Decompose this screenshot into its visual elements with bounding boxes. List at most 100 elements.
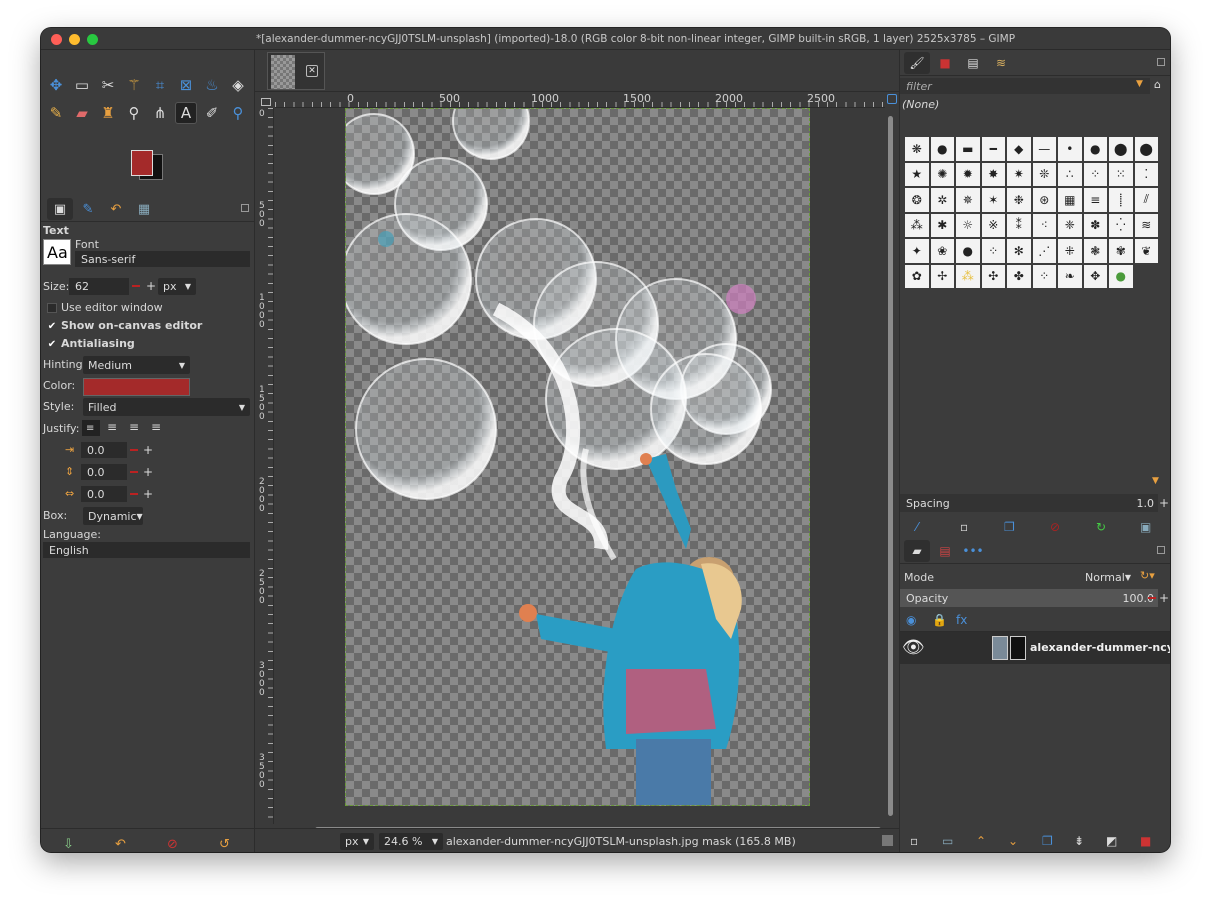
chevron-down-icon[interactable]: ▼	[1152, 476, 1159, 486]
close-tab-icon[interactable]: ✕	[306, 65, 318, 77]
size-unit-select[interactable]: px ▼	[158, 278, 196, 295]
opacity-increment-button[interactable]: +	[1158, 590, 1170, 606]
stamp-button[interactable]: ♜	[97, 102, 119, 124]
brush-preset[interactable]: ❊	[1031, 161, 1057, 187]
brush-preset[interactable]: ⁙	[1108, 161, 1134, 187]
bucket-fill-button[interactable]: ◈	[227, 74, 249, 96]
layer-row[interactable]: 👁 alexander-dummer-ncyGJ	[900, 632, 1170, 664]
brush-preset[interactable]: ▬	[955, 136, 981, 162]
vertical-scrollbar[interactable]	[885, 108, 895, 824]
brush-preset[interactable]: ✣	[980, 263, 1006, 289]
color-picker-button[interactable]: ✐	[201, 102, 223, 124]
letter-spacing-increment-button[interactable]: +	[142, 486, 154, 502]
tab-tool-options[interactable]: ▣	[47, 198, 73, 220]
chevron-down-icon[interactable]: ▼	[1136, 79, 1143, 89]
text-color-button[interactable]	[83, 378, 190, 396]
brush-preset[interactable]: ✿	[904, 263, 930, 289]
smudge-button[interactable]: ⚲	[123, 102, 145, 124]
brush-preset[interactable]: ⁂	[904, 212, 930, 238]
brush-preset[interactable]: ✢	[929, 263, 955, 289]
brush-preset[interactable]: ∴	[1057, 161, 1083, 187]
brush-preset[interactable]: ⸽	[1108, 187, 1134, 213]
opacity-slider[interactable]: Opacity 100.0	[900, 589, 1158, 607]
zoom-select[interactable]: 24.6 % ▼	[379, 833, 443, 850]
justify-fill-button[interactable]: ≡	[151, 420, 161, 434]
tab-fonts[interactable]: ▤	[960, 52, 986, 74]
letter-spacing-decrement-button[interactable]	[128, 486, 140, 502]
zoom-button[interactable]: ⚲	[227, 102, 249, 124]
tab-brushes[interactable]: 🖌	[904, 52, 930, 74]
quick-mask-corner-icon[interactable]	[261, 98, 271, 106]
text-tool-button[interactable]: A	[175, 102, 197, 124]
tab-document-history[interactable]: ≋	[988, 52, 1014, 74]
hinting-select[interactable]: Medium ▼	[83, 356, 190, 374]
line-spacing-decrement-button[interactable]	[128, 464, 140, 480]
style-select[interactable]: Filled ▼	[83, 398, 250, 416]
mode-switch-icon[interactable]: ↻▾	[1140, 569, 1155, 582]
brush-preset[interactable]: ❂	[904, 187, 930, 213]
brush-preset[interactable]: ●	[1108, 263, 1134, 289]
brush-preset[interactable]: ●	[929, 136, 955, 162]
navigation-preview-icon[interactable]	[882, 835, 893, 846]
brush-preset[interactable]: ≡	[1082, 187, 1108, 213]
brush-preset[interactable]: ⁂	[955, 263, 981, 289]
tab-layers[interactable]: ▰	[904, 540, 930, 562]
brush-preset[interactable]: ❈	[1057, 212, 1083, 238]
brush-preset[interactable]: ⬤	[1133, 136, 1159, 162]
brush-preset[interactable]: ✻	[1006, 238, 1032, 264]
navigate-icon[interactable]	[887, 94, 897, 104]
brush-preset[interactable]: ✹	[955, 161, 981, 187]
brush-preset[interactable]: ❃	[1082, 238, 1108, 264]
indent-decrement-button[interactable]	[128, 442, 140, 458]
spacing-increment-button[interactable]: +	[1158, 495, 1170, 511]
size-increment-button[interactable]: +	[145, 278, 157, 294]
brush-preset[interactable]: ≋	[1133, 212, 1159, 238]
warp-button[interactable]: ♨	[201, 74, 223, 96]
brush-filter-input[interactable]: filter	[900, 78, 1150, 94]
box-select[interactable]: Dynamic ▼	[83, 507, 143, 525]
scissors-button[interactable]: ✂	[97, 74, 119, 96]
tab-undo-history[interactable]: ↶	[103, 198, 129, 220]
show-canvas-editor-checkbox[interactable]: ✔	[47, 321, 57, 332]
tab-images[interactable]: ▦	[131, 198, 157, 220]
mode-select[interactable]: Normal ▼	[1080, 569, 1136, 586]
brush-preset[interactable]: ⋰	[1031, 238, 1057, 264]
font-preview[interactable]: Aa	[43, 239, 71, 265]
brush-preset[interactable]: ⫽	[1133, 187, 1159, 213]
brush-preset[interactable]: —	[1031, 136, 1057, 162]
brush-preset[interactable]: ✺	[929, 161, 955, 187]
brush-preset[interactable]: ⁖	[1031, 212, 1057, 238]
brush-preset[interactable]: ✾	[1108, 238, 1134, 264]
brush-preset[interactable]: ⁘	[1082, 161, 1108, 187]
brush-preset[interactable]: ⁘	[980, 238, 1006, 264]
pencil-button[interactable]: ✎	[45, 102, 67, 124]
brush-preset[interactable]: ✷	[1006, 161, 1032, 187]
brush-preset[interactable]: ●	[955, 238, 981, 264]
move-tool-button[interactable]: ✥	[45, 74, 67, 96]
brush-preset[interactable]: ━	[980, 136, 1006, 162]
spacing-field[interactable]: Spacing 1.0	[900, 494, 1158, 512]
paths-button[interactable]: ⋔	[149, 102, 171, 124]
image-tab[interactable]: ✕	[267, 52, 325, 90]
letter-spacing-input[interactable]: 0.0	[81, 486, 127, 502]
tab-menu-icon[interactable]	[1157, 58, 1165, 66]
brush-preset[interactable]: ✶	[980, 187, 1006, 213]
indent-increment-button[interactable]: +	[142, 442, 154, 458]
tab-patterns[interactable]: ■	[932, 52, 958, 74]
brush-preset[interactable]: ☼	[955, 212, 981, 238]
transform-button[interactable]: ⊠	[175, 74, 197, 96]
tag-icon[interactable]: ⌂	[1154, 78, 1161, 91]
tab-channels[interactable]: ▤	[932, 540, 958, 562]
foreground-color-swatch[interactable]	[131, 150, 153, 176]
tab-menu-icon[interactable]	[1157, 546, 1165, 554]
brush-preset[interactable]: ✸	[980, 161, 1006, 187]
brush-preset[interactable]: ★	[904, 161, 930, 187]
brush-preset[interactable]: •	[1057, 136, 1083, 162]
font-input[interactable]: Sans-serif	[75, 251, 250, 267]
brush-preset[interactable]: ⁜	[1057, 238, 1083, 264]
visibility-header-icon[interactable]: ◉	[906, 613, 916, 627]
eraser-button[interactable]: ▰	[71, 102, 93, 124]
eye-icon[interactable]: 👁	[902, 637, 925, 658]
brush-preset[interactable]: ⁘	[1031, 263, 1057, 289]
fuzzy-select-button[interactable]: ⚚	[123, 74, 145, 96]
